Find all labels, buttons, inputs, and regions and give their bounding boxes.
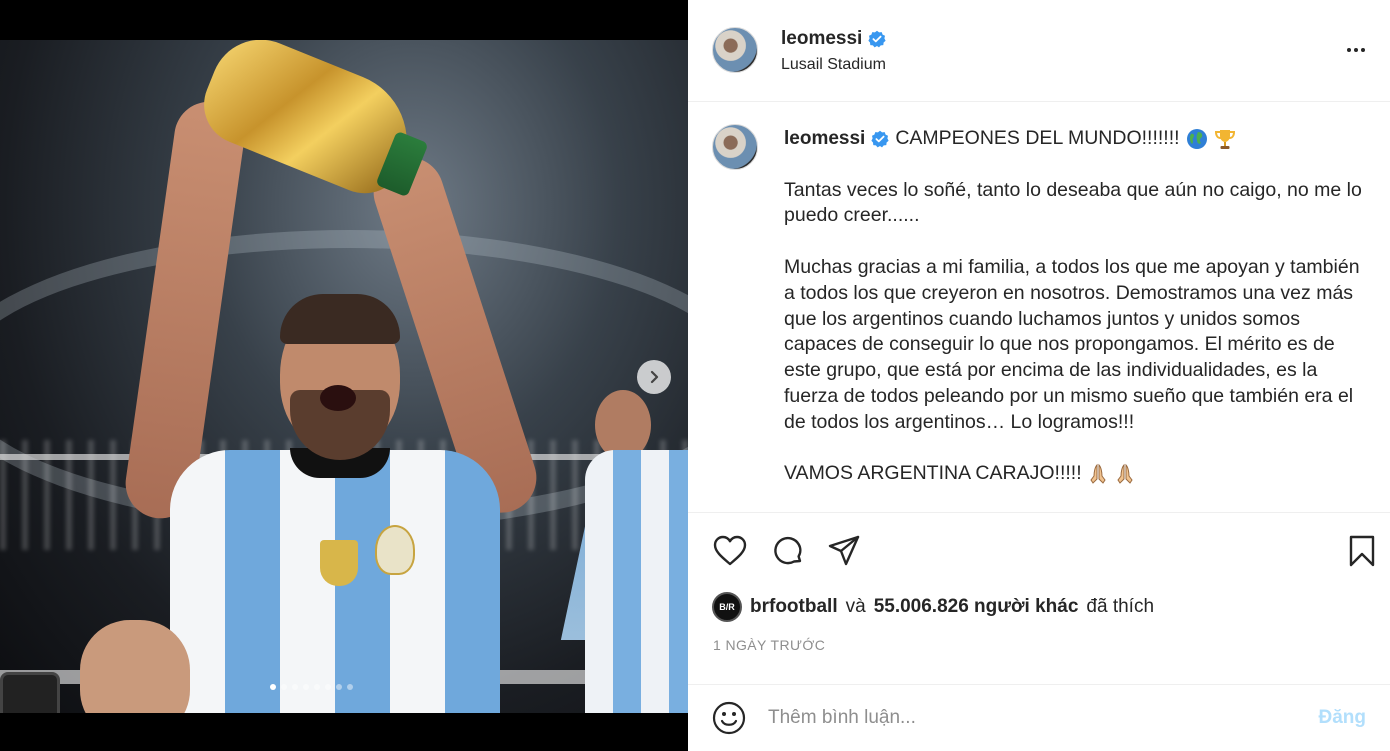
add-comment-bar: Đăng	[688, 684, 1390, 751]
trophy-emoji	[1214, 128, 1236, 150]
comment-icon	[774, 536, 802, 565]
liker-avatar[interactable]: B/R	[712, 592, 742, 622]
caption-closing-text: VAMOS ARGENTINA CARAJO!!!!!	[784, 462, 1082, 485]
author-username[interactable]: leomessi	[781, 28, 862, 50]
post-header: leomessi Lusail Stadium	[688, 0, 1390, 102]
carousel-dot	[303, 684, 309, 690]
caption-first-line: leomessi CAMPEONES DEL MUNDO!!!!!!!	[784, 126, 1364, 152]
background-player	[585, 390, 688, 713]
post-media-panel	[0, 0, 688, 751]
author-info: leomessi	[781, 28, 886, 50]
carousel-dot	[281, 684, 287, 690]
caption-paragraph-2: Muchas gracias a mi familia, a todos los…	[784, 255, 1360, 433]
comment-button[interactable]	[769, 533, 805, 569]
more-options-button[interactable]	[1342, 36, 1370, 64]
carousel-indicators	[270, 684, 353, 690]
caption-closing: VAMOS ARGENTINA CARAJO!!!!!	[784, 461, 1364, 487]
caption-author-username[interactable]: leomessi	[784, 126, 865, 152]
likes-count[interactable]: 55.006.826 người khác	[874, 596, 1079, 618]
carousel-dot	[314, 684, 320, 690]
instagram-post-view: leomessi Lusail Stadium leomessi CAMPEON…	[0, 0, 1390, 751]
post-details-panel: leomessi Lusail Stadium leomessi CAMPEON…	[688, 0, 1390, 751]
share-icon	[828, 535, 860, 566]
praying-hands-emoji	[1114, 463, 1136, 485]
share-button[interactable]	[826, 533, 862, 569]
verified-badge-icon	[868, 30, 886, 48]
likes-connector: và	[845, 596, 866, 617]
likes-suffix: đã thích	[1086, 596, 1155, 617]
champion-badge	[320, 540, 358, 586]
post-photo[interactable]	[0, 40, 688, 713]
post-location[interactable]: Lusail Stadium	[781, 56, 886, 74]
post-timestamp[interactable]: 1 NGÀY TRƯỚC	[713, 637, 825, 653]
carousel-dot	[292, 684, 298, 690]
caption-text: leomessi CAMPEONES DEL MUNDO!!!!!!! Tant…	[784, 126, 1364, 512]
carousel-dot	[325, 684, 331, 690]
next-slide-button[interactable]	[637, 360, 671, 394]
carousel-dot	[347, 684, 353, 690]
player-with-trophy	[121, 97, 546, 713]
save-button[interactable]	[1344, 533, 1380, 569]
comment-input[interactable]	[768, 703, 1288, 733]
heart-icon	[713, 535, 747, 566]
likes-summary: B/R brfootball và 55.006.826 người khác …	[712, 592, 1154, 622]
globe-emoji	[1186, 128, 1208, 150]
post-comment-button[interactable]: Đăng	[1319, 707, 1367, 729]
liker-avatar-text: B/R	[719, 602, 735, 612]
like-button[interactable]	[712, 533, 748, 569]
more-options-icon	[1347, 48, 1351, 52]
carousel-dot	[336, 684, 342, 690]
post-actions-bar	[688, 512, 1390, 584]
caption-paragraph-1: Tantas veces lo soñé, tanto lo deseaba q…	[784, 178, 1362, 227]
smile-icon	[712, 701, 746, 735]
emoji-picker-button[interactable]	[712, 701, 746, 735]
fan-phone	[0, 672, 60, 713]
carousel-dot	[270, 684, 276, 690]
author-avatar[interactable]	[712, 27, 758, 73]
verified-badge-icon	[871, 130, 889, 148]
chevron-right-icon	[650, 370, 659, 384]
liker-username[interactable]: brfootball	[750, 596, 838, 618]
caption-section: leomessi CAMPEONES DEL MUNDO!!!!!!! Tant…	[688, 102, 1390, 512]
fan-hands	[80, 620, 190, 713]
praying-hands-emoji	[1087, 463, 1109, 485]
caption-title: CAMPEONES DEL MUNDO!!!!!!!	[895, 127, 1180, 149]
afa-crest	[375, 525, 415, 575]
caption-author-avatar[interactable]	[712, 124, 758, 170]
bookmark-icon	[1349, 535, 1375, 567]
